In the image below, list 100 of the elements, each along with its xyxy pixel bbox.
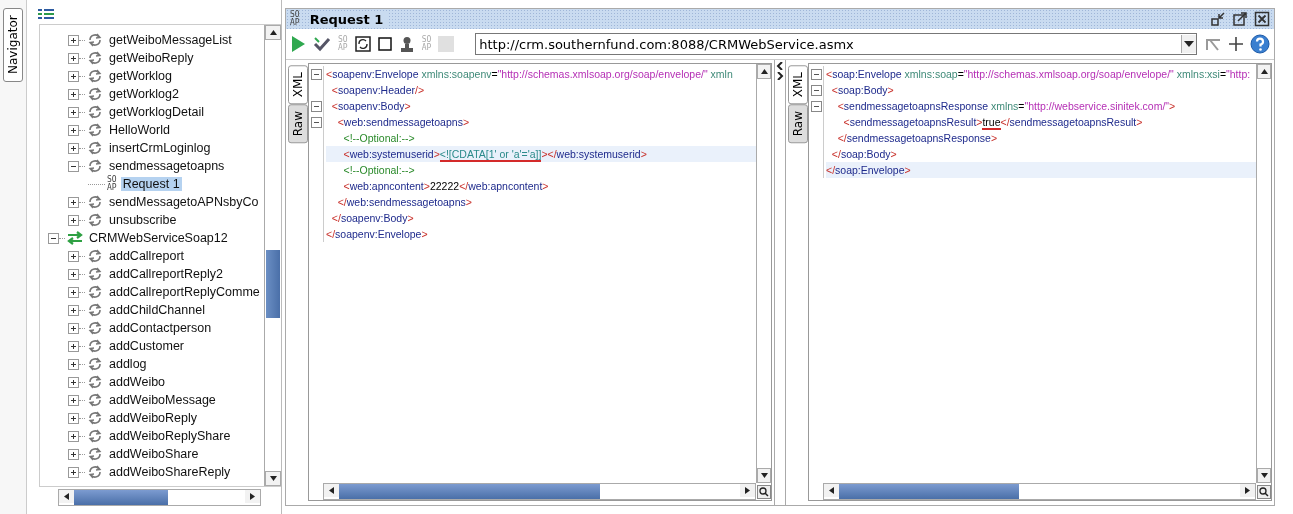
editor-tab[interactable]: XML bbox=[788, 65, 808, 105]
expand-icon[interactable] bbox=[68, 250, 79, 262]
scroll-left-icon[interactable] bbox=[329, 487, 334, 494]
scroll-up-icon[interactable] bbox=[760, 69, 768, 74]
tree-item[interactable]: addChildChannel bbox=[107, 303, 207, 317]
collapse-icon[interactable] bbox=[810, 84, 822, 96]
tree-item[interactable]: addWeiboMessage bbox=[107, 393, 218, 407]
tree-item[interactable]: addContactperson bbox=[107, 321, 214, 335]
tree-item[interactable]: getWeiboReply bbox=[107, 51, 196, 65]
expand-icon[interactable] bbox=[68, 52, 79, 64]
scrollbar[interactable] bbox=[823, 483, 1256, 500]
editor-tab[interactable]: XML bbox=[288, 65, 308, 105]
expand-icon[interactable] bbox=[68, 196, 79, 208]
expand-icon[interactable] bbox=[68, 214, 79, 226]
collapse-left-icon[interactable] bbox=[776, 62, 784, 70]
minimize-icon[interactable] bbox=[1210, 11, 1226, 27]
tree-item[interactable]: HelloWorld bbox=[107, 123, 172, 137]
tree-item[interactable]: getWorklogDetail bbox=[107, 105, 206, 119]
scroll-up-icon[interactable] bbox=[1260, 69, 1268, 74]
expand-icon[interactable] bbox=[68, 358, 79, 370]
expand-icon[interactable] bbox=[68, 304, 79, 316]
expand-icon[interactable] bbox=[68, 340, 79, 352]
square-icon[interactable] bbox=[377, 37, 392, 51]
tree-item[interactable]: addCallreportReplyComme bbox=[107, 285, 262, 299]
expand-icon[interactable] bbox=[68, 286, 79, 298]
code-line: <sendmessagetoapnsResult>true</sendmessagetoapnsResult> bbox=[842, 115, 1144, 130]
maximize-icon[interactable] bbox=[1232, 11, 1248, 27]
expand-icon[interactable] bbox=[68, 448, 79, 460]
tree-item[interactable]: unsubscribe bbox=[107, 213, 179, 227]
tree-item[interactable]: addCustomer bbox=[107, 339, 187, 353]
scroll-down-icon[interactable] bbox=[1260, 473, 1268, 478]
scrollbar[interactable] bbox=[323, 483, 756, 500]
collapse-icon[interactable] bbox=[810, 68, 822, 80]
list-icon[interactable] bbox=[38, 8, 54, 20]
tree-item[interactable]: addlog bbox=[107, 357, 149, 371]
collapse-icon[interactable] bbox=[310, 116, 322, 128]
scrollbar[interactable] bbox=[264, 25, 281, 486]
expand-icon[interactable] bbox=[68, 142, 79, 154]
scroll-down-icon[interactable] bbox=[269, 476, 277, 481]
endpoint-field[interactable]: http://crm.southernfund.com:8088/CRMWebService.asmx bbox=[475, 33, 1197, 55]
scroll-thumb[interactable] bbox=[339, 484, 600, 499]
zoom-icon[interactable] bbox=[757, 484, 771, 499]
scroll-right-icon[interactable] bbox=[250, 493, 255, 500]
tree-item[interactable]: addWeibo bbox=[107, 375, 168, 389]
add-icon[interactable] bbox=[1229, 37, 1243, 51]
scroll-left-icon[interactable] bbox=[829, 487, 834, 494]
tree-item[interactable]: getWorklog bbox=[107, 69, 174, 83]
tree-item[interactable]: addCallreport bbox=[107, 249, 187, 263]
editor-tab[interactable]: Raw bbox=[288, 104, 308, 144]
check-icon[interactable] bbox=[313, 35, 331, 53]
scrollbar[interactable] bbox=[756, 64, 771, 483]
expand-icon[interactable] bbox=[68, 34, 79, 46]
help-icon[interactable] bbox=[1250, 34, 1270, 54]
refresh-icon[interactable] bbox=[354, 36, 371, 52]
tree-item[interactable]: addCallreportReply2 bbox=[107, 267, 225, 281]
expand-icon[interactable] bbox=[68, 376, 79, 388]
tree-item[interactable]: addWeiboReply bbox=[107, 411, 200, 425]
collapse-icon[interactable] bbox=[810, 100, 822, 112]
tree-item[interactable]: sendMessagetoAPNsbyCo bbox=[107, 195, 261, 209]
scroll-thumb[interactable] bbox=[266, 250, 280, 318]
scrollbar[interactable] bbox=[58, 489, 261, 506]
tree-item[interactable]: insertCrmLoginlog bbox=[107, 141, 213, 155]
expand-icon[interactable] bbox=[68, 88, 79, 100]
expand-icon[interactable] bbox=[68, 466, 79, 478]
expand-icon[interactable] bbox=[68, 394, 79, 406]
zoom-icon[interactable] bbox=[1257, 484, 1271, 499]
expand-icon[interactable] bbox=[68, 412, 79, 424]
tree-item[interactable]: addWeiboShare bbox=[107, 447, 201, 461]
tree-item[interactable]: sendmessagetoapns bbox=[107, 159, 227, 173]
expand-icon[interactable] bbox=[68, 430, 79, 442]
collapse-icon[interactable] bbox=[310, 100, 322, 112]
close-icon[interactable] bbox=[1254, 11, 1270, 27]
user-icon[interactable] bbox=[398, 36, 415, 52]
tree-item[interactable]: CRMWebServiceSoap12 bbox=[87, 231, 230, 245]
expand-icon[interactable] bbox=[68, 70, 79, 82]
expand-icon[interactable] bbox=[68, 124, 79, 136]
collapse-right-icon[interactable] bbox=[776, 72, 784, 80]
tree-item[interactable]: addWeiboReplyShare bbox=[107, 429, 233, 443]
navigator-tab[interactable]: Navigator bbox=[3, 8, 23, 82]
tree-item[interactable]: getWorklog2 bbox=[107, 87, 181, 101]
scroll-down-icon[interactable] bbox=[760, 473, 768, 478]
collapse-icon[interactable] bbox=[310, 68, 322, 80]
scrollbar[interactable] bbox=[1256, 64, 1271, 483]
tree-item[interactable]: addWeiboShareReply bbox=[107, 465, 233, 479]
scroll-right-icon[interactable] bbox=[1245, 487, 1250, 494]
expand-icon[interactable] bbox=[68, 268, 79, 280]
dropdown-icon[interactable] bbox=[1184, 41, 1194, 47]
tree-item[interactable]: Request 1 bbox=[120, 177, 182, 191]
tree-item[interactable]: getWeiboMessageList bbox=[107, 33, 234, 47]
scroll-left-icon[interactable] bbox=[64, 493, 69, 500]
run-icon[interactable] bbox=[290, 35, 306, 53]
editor-tab[interactable]: Raw bbox=[788, 104, 808, 144]
expand-icon[interactable] bbox=[68, 106, 79, 118]
scroll-right-icon[interactable] bbox=[745, 487, 750, 494]
collapse-icon[interactable] bbox=[48, 232, 59, 244]
scroll-thumb[interactable] bbox=[74, 490, 169, 505]
expand-icon[interactable] bbox=[68, 322, 79, 334]
scroll-thumb[interactable] bbox=[839, 484, 1020, 499]
scroll-up-icon[interactable] bbox=[269, 30, 277, 35]
collapse-icon[interactable] bbox=[68, 160, 79, 172]
